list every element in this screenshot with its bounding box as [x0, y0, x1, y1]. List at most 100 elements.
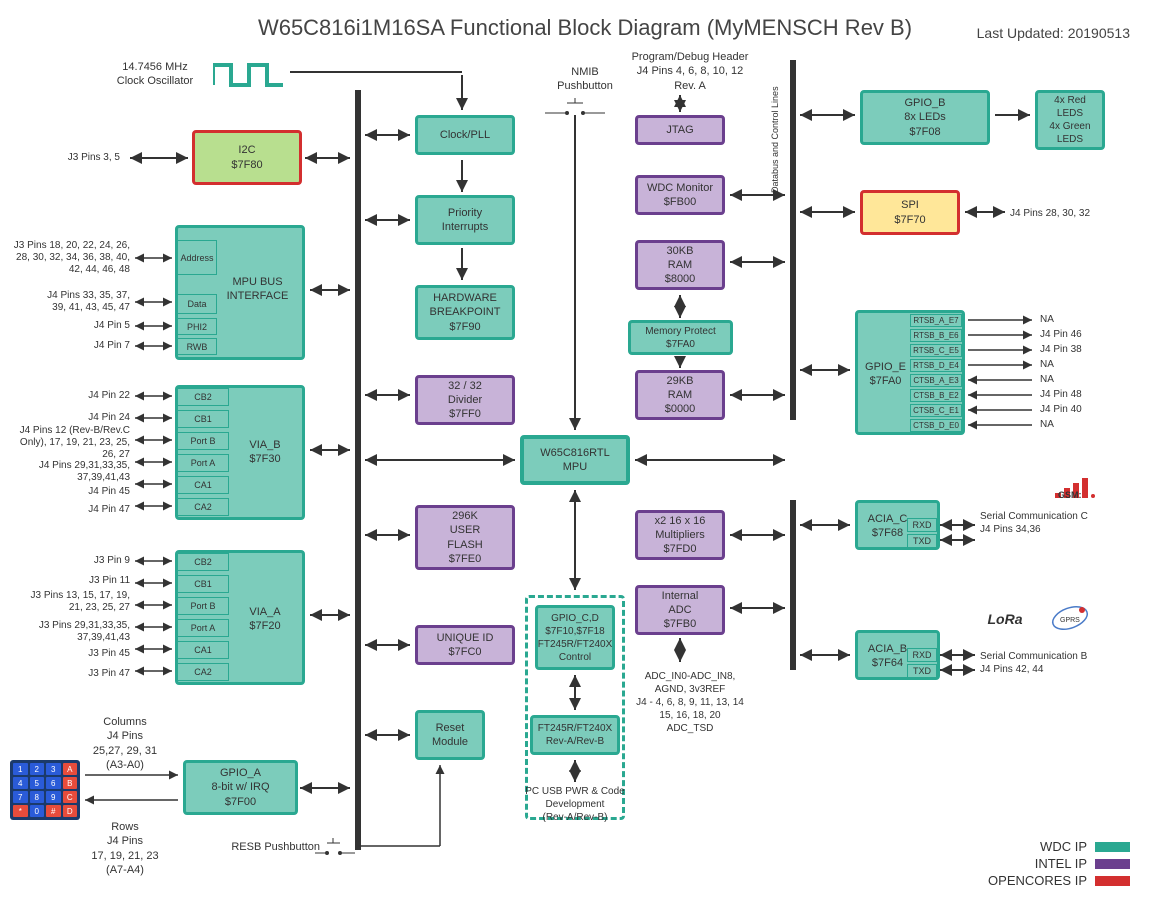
mpubus-addr-pins: J3 Pins 18, 20, 22, 24, 26,28, 30, 32, 3…: [0, 240, 130, 276]
viaa-cb1-p: J3 Pin 11: [20, 575, 130, 587]
reset-block: ResetModule: [415, 710, 485, 760]
dbus-label: Databus and Control Lines: [770, 80, 782, 200]
viab-label: VIA_B$7F30: [235, 438, 295, 467]
viaa-cb2: CB2: [177, 553, 229, 571]
iadc-block: InternalADC$7FB0: [635, 585, 725, 635]
spi-pins: J4 Pins 28, 30, 32: [1010, 208, 1140, 220]
left-bus: [355, 90, 361, 850]
cols-label: ColumnsJ4 Pins25,27, 29, 31(A3-A0): [80, 715, 170, 772]
mpubus-data: Data: [177, 294, 217, 314]
divider-block: 32 / 32Divider$7FF0: [415, 375, 515, 425]
gpiocd-block: GPIO_C,D$7F10,$7F18FT245R/FT240XControl: [535, 605, 615, 670]
aciab-comm: Serial Communication BJ4 Pins 42, 44: [980, 650, 1130, 676]
viab-cb1-p: J4 Pin 24: [20, 412, 130, 424]
viaa-label: VIA_A$7F20: [235, 605, 295, 634]
svg-text:GPRS: GPRS: [1060, 617, 1080, 624]
gpioe-s2: RTSB_C_E5: [910, 344, 962, 357]
prog-hdr-label: Program/Debug HeaderJ4 Pins 4, 6, 8, 10,…: [620, 50, 760, 93]
mpubus-addr: Address: [177, 240, 217, 275]
aciab-rxd: RXD: [907, 648, 937, 662]
mpubus-phi2-pins: J4 Pin 5: [0, 320, 130, 332]
jtag-block: JTAG: [635, 115, 725, 145]
mpu-block: W65C816RTLMPU: [520, 435, 630, 485]
aciac-rxd: RXD: [907, 518, 937, 532]
memprot-block: Memory Protect$7FA0: [628, 320, 733, 355]
gsm-text: GSM:: [1058, 490, 1108, 502]
aciab-txd: TXD: [907, 664, 937, 678]
adc-pins: ADC_IN0-ADC_IN8,AGND, 3v3REFJ4 - 4, 6, 8…: [625, 670, 755, 735]
clockpll-block: Clock/PLL: [415, 115, 515, 155]
gpioe-p7: NA: [1040, 419, 1140, 431]
gpioe-label: GPIO_E$7FA0: [858, 360, 913, 389]
pushbutton-icon: [545, 98, 605, 118]
aciac-comm: Serial Communication CJ4 Pins 34,36: [980, 510, 1130, 536]
rows-label: RowsJ4 Pins17, 19, 21, 23(A7-A4): [80, 820, 170, 877]
priority-block: PriorityInterrupts: [415, 195, 515, 245]
gpioe-p1: J4 Pin 46: [1040, 329, 1140, 341]
wdcmon-block: WDC Monitor$FB00: [635, 175, 725, 215]
clock-osc-label: 14.7456 MHzClock Oscillator: [100, 60, 210, 89]
gpioe-s7: CTSB_D_E0: [910, 419, 962, 432]
viaa-cb2-p: J3 Pin 9: [20, 555, 130, 567]
viaa-pb-p: J3 Pins 13, 15, 17, 19,21, 23, 25, 27: [0, 590, 130, 614]
legend-oc: OPENCORES IP: [988, 873, 1130, 888]
viaa-ca1: CA1: [177, 641, 229, 659]
viab-cb2-p: J4 Pin 22: [20, 390, 130, 402]
mult-block: x2 16 x 16Multipliers$7FD0: [635, 510, 725, 560]
viab-ca2-p: J4 Pin 47: [20, 504, 130, 516]
viaa-pa: Port A: [177, 619, 229, 637]
leds-block: 4x RedLEDS4x GreenLEDS: [1035, 90, 1105, 150]
gpioe-p3: NA: [1040, 359, 1140, 371]
usbpwr-label: PC USB PWR & CodeDevelopment(Rev-A/Rev-B…: [505, 785, 645, 824]
viab-ca1: CA1: [177, 476, 229, 494]
gpioe-s3: RTSB_D_E4: [910, 359, 962, 372]
viab-pa-p: J4 Pins 29,31,33,35,37,39,41,43: [10, 460, 130, 484]
gpioe-p5: J4 Pin 48: [1040, 389, 1140, 401]
viab-pa: Port A: [177, 454, 229, 472]
ram29-block: 29KBRAM$0000: [635, 370, 725, 420]
gpioe-s0: RTSB_A_E7: [910, 314, 962, 327]
viab-pb: Port B: [177, 432, 229, 450]
gpioe-p2: J4 Pin 38: [1040, 344, 1140, 356]
spi-block: SPI$7F70: [860, 190, 960, 235]
viaa-ca2-p: J3 Pin 47: [20, 668, 130, 680]
viaa-pb: Port B: [177, 597, 229, 615]
mpubus-label: MPU BUSINTERFACE: [215, 275, 300, 304]
uniqueid-block: UNIQUE ID$7FC0: [415, 625, 515, 665]
ft245-block: FT245R/FT240XRev-A/Rev-B: [530, 715, 620, 755]
viaa-ca2: CA2: [177, 663, 229, 681]
i2c-pins: J3 Pins 3, 5: [30, 152, 120, 164]
legend-wdc: WDC IP: [1040, 839, 1130, 854]
viab-pb-p: J4 Pins 12 (Rev-B/Rev.COnly), 17, 19, 21…: [0, 425, 130, 461]
i2c-block: I2C$7F80: [192, 130, 302, 185]
last-updated: Last Updated: 20190513: [977, 25, 1130, 41]
lora-text: LoRa: [980, 610, 1030, 628]
gpioe-s1: RTSB_B_E6: [910, 329, 962, 342]
viab-cb1: CB1: [177, 410, 229, 428]
gpioe-s6: CTSB_C_E1: [910, 404, 962, 417]
keypad-icon: 123A 456B 789C *0#D: [10, 760, 80, 820]
mpubus-rwb: RWB: [177, 338, 217, 355]
viab-cb2: CB2: [177, 388, 229, 406]
gpioe-s4: CTSB_A_E3: [910, 374, 962, 387]
gpioe-p6: J4 Pin 40: [1040, 404, 1140, 416]
resb-label: RESB Pushbutton: [200, 840, 320, 854]
mpubus-phi2: PHI2: [177, 318, 217, 335]
mpubus-rwb-pins: J4 Pin 7: [0, 340, 130, 352]
legend-intel: INTEL IP: [1035, 856, 1130, 871]
clock-wave-icon: [213, 60, 283, 90]
gpioe-s5: CTSB_B_E2: [910, 389, 962, 402]
aciac-txd: TXD: [907, 534, 937, 548]
mpubus-data-pins: J4 Pins 33, 35, 37,39, 41, 43, 45, 47: [0, 290, 130, 314]
userflash-block: 296KUSERFLASH$7FE0: [415, 505, 515, 570]
right-bus: [790, 60, 796, 420]
nmi-label: NMIBPushbutton: [545, 65, 625, 94]
gpioe-p0: NA: [1040, 314, 1140, 326]
resb-pushbutton-icon: [315, 838, 355, 858]
ram30-block: 30KBRAM$8000: [635, 240, 725, 290]
viaa-ca1-p: J3 Pin 45: [20, 648, 130, 660]
viab-ca2: CA2: [177, 498, 229, 516]
hwbp-block: HARDWAREBREAKPOINT$7F90: [415, 285, 515, 340]
gprs-icon: GPRS: [1050, 598, 1090, 638]
viaa-cb1: CB1: [177, 575, 229, 593]
